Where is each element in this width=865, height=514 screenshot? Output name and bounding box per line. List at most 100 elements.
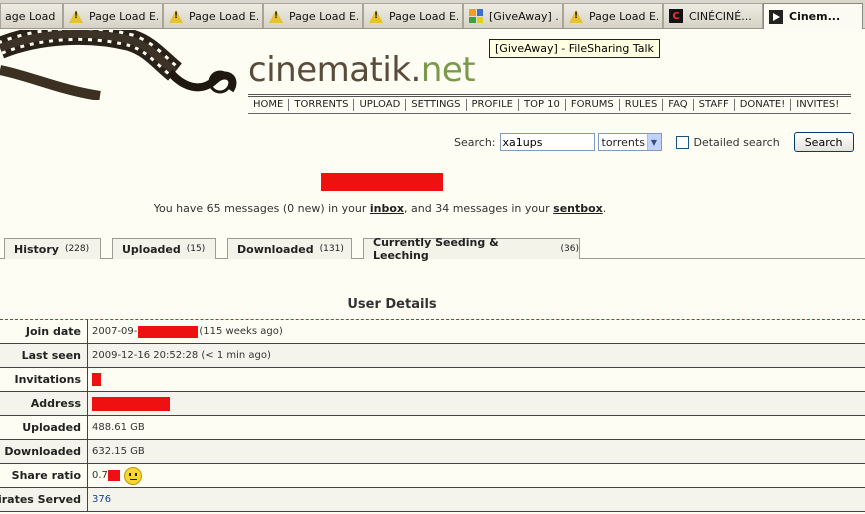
browser-tab[interactable]: [GiveAway] ... — [463, 3, 563, 28]
redacted-block — [92, 373, 101, 386]
nav-donate[interactable]: DONATE! — [735, 99, 792, 111]
invitations-value — [88, 368, 101, 391]
pirates-served-value[interactable]: 376 — [88, 488, 111, 511]
messages-prefix: You have 65 messages (0 new) in your — [153, 202, 370, 215]
join-date-value: 2007-09- (115 weeks ago) — [88, 320, 283, 343]
search-label: Search: — [454, 135, 496, 149]
tab-label: History — [14, 242, 59, 256]
browser-tab[interactable]: Page Load E... — [63, 3, 163, 28]
profile-tabs: History (228) Uploaded (15) Downloaded (131… — [0, 236, 865, 262]
row-label: Share ratio — [0, 464, 88, 487]
search-button[interactable]: Search — [793, 132, 854, 152]
nav-top10[interactable]: TOP 10 — [519, 99, 566, 111]
browser-tab[interactable]: C CINÉCINÉ... — [663, 3, 763, 28]
uploaded-value: 488.61 GB — [92, 422, 145, 433]
nav-staff[interactable]: STAFF — [694, 99, 735, 111]
table-row: Last seen 2009-12-16 20:52:28 (< 1 min a… — [0, 344, 865, 368]
inbox-link[interactable]: inbox — [370, 202, 404, 215]
tab-label: Page Load E... — [189, 9, 258, 23]
browser-tab-strip: age Load E... Page Load E... Page Load E… — [0, 0, 865, 29]
nav-upload[interactable]: UPLOAD — [354, 99, 407, 111]
row-label: Address — [0, 392, 88, 415]
cinecine-icon: C — [668, 8, 684, 24]
tab-label: Downloaded — [237, 242, 314, 256]
warning-icon — [268, 8, 284, 24]
tab-count: (36) — [560, 244, 579, 254]
neutral-smiley-icon — [123, 466, 142, 485]
address-value — [88, 392, 170, 415]
site-logo[interactable]: cinematik.net — [248, 50, 476, 90]
search-bar: Search: torrents ▼ Detailed search Searc… — [454, 132, 854, 152]
logo-main: cinematik — [248, 50, 411, 90]
nav-torrents[interactable]: TORRENTS — [289, 99, 355, 111]
browser-tab-active[interactable]: Cinem... — [763, 3, 863, 29]
share-ratio-text: 0.7 — [92, 470, 108, 481]
row-label: Downloaded — [0, 440, 88, 463]
tab-label: CINÉCINÉ... — [689, 9, 752, 23]
messages-notice: You have 65 messages (0 new) in your inb… — [0, 202, 760, 215]
table-row: Downloaded 632.15 GB — [0, 440, 865, 464]
tab-label: Page Load E... — [589, 9, 658, 23]
row-label: Invitations — [0, 368, 88, 391]
tab-tooltip: [GiveAway] - FileSharing Talk — [489, 39, 660, 58]
warning-icon — [68, 8, 84, 24]
tab-history[interactable]: History (228) — [4, 238, 101, 259]
tab-uploaded[interactable]: Uploaded (15) — [112, 238, 216, 259]
detailed-search-checkbox[interactable] — [675, 135, 689, 149]
warning-icon — [568, 8, 584, 24]
browser-tab[interactable]: Page Load E... — [263, 3, 363, 28]
nav-rules[interactable]: RULES — [620, 99, 664, 111]
downloaded-value: 632.15 GB — [92, 446, 145, 457]
nav-settings[interactable]: SETTINGS — [406, 99, 467, 111]
tab-seeding-leeching[interactable]: Currently Seeding & Leeching (36) — [363, 236, 580, 262]
browser-tab[interactable]: Page Load E... — [363, 3, 463, 28]
logo-tld: net — [420, 50, 476, 90]
detailed-search-label: Detailed search — [693, 135, 780, 149]
tab-label: Cinem... — [789, 10, 841, 23]
tab-label: Uploaded — [122, 242, 181, 256]
browser-tab[interactable]: Page Load E... — [563, 3, 663, 28]
filesharing-icon — [468, 8, 484, 24]
search-category-value: torrents — [601, 135, 645, 149]
tab-count: (131) — [319, 244, 344, 254]
warning-icon — [168, 8, 184, 24]
last-seen-value: 2009-12-16 20:52:28 (< 1 min ago) — [92, 350, 271, 361]
redacted-username — [321, 173, 443, 191]
redacted-block — [138, 325, 199, 338]
nav-home[interactable]: HOME — [248, 99, 290, 111]
join-date-prefix: 2007-09- — [92, 326, 138, 337]
table-row: Invitations — [0, 368, 865, 392]
redacted-block — [107, 470, 120, 481]
browser-tab[interactable]: age Load E... — [0, 3, 63, 28]
table-row: Uploaded 488.61 GB — [0, 416, 865, 440]
section-title: User Details — [347, 297, 437, 312]
nav-faq[interactable]: FAQ — [663, 99, 694, 111]
sentbox-link[interactable]: sentbox — [553, 202, 603, 215]
row-label: Last seen — [0, 344, 88, 367]
nav-profile[interactable]: PROFILE — [467, 99, 519, 111]
row-label: Pirates Served — [0, 488, 88, 511]
chevron-down-icon[interactable]: ▼ — [646, 134, 661, 150]
browser-tab[interactable]: Page Load E... — [163, 3, 263, 28]
tab-label: age Load E... — [5, 9, 58, 23]
share-ratio-value: 0.7 — [88, 464, 142, 487]
tab-label: Page Load E... — [289, 9, 358, 23]
tab-count: (15) — [186, 244, 206, 254]
search-input[interactable] — [499, 133, 595, 151]
row-label: Join date — [0, 320, 88, 343]
tab-label: Page Load E... — [389, 9, 458, 23]
tab-downloaded[interactable]: Downloaded (131) — [227, 238, 352, 259]
main-nav: HOME TORRENTS UPLOAD SETTINGS PROFILE TO… — [248, 94, 851, 114]
tab-label: [GiveAway] ... — [489, 9, 558, 23]
nav-invites[interactable]: INVITES! — [791, 99, 844, 111]
user-details-table: Join date 2007-09- (115 weeks ago) Last … — [0, 319, 865, 512]
film-strip-logo-icon — [0, 30, 237, 100]
tab-label: Page Load E... — [89, 9, 158, 23]
table-row: Address — [0, 392, 865, 416]
search-category-select[interactable]: torrents ▼ — [597, 133, 662, 151]
messages-suffix: . — [602, 202, 607, 215]
nav-forums[interactable]: FORUMS — [566, 99, 620, 111]
warning-icon — [368, 8, 384, 24]
table-row: Join date 2007-09- (115 weeks ago) — [0, 320, 865, 344]
row-label: Uploaded — [0, 416, 88, 439]
